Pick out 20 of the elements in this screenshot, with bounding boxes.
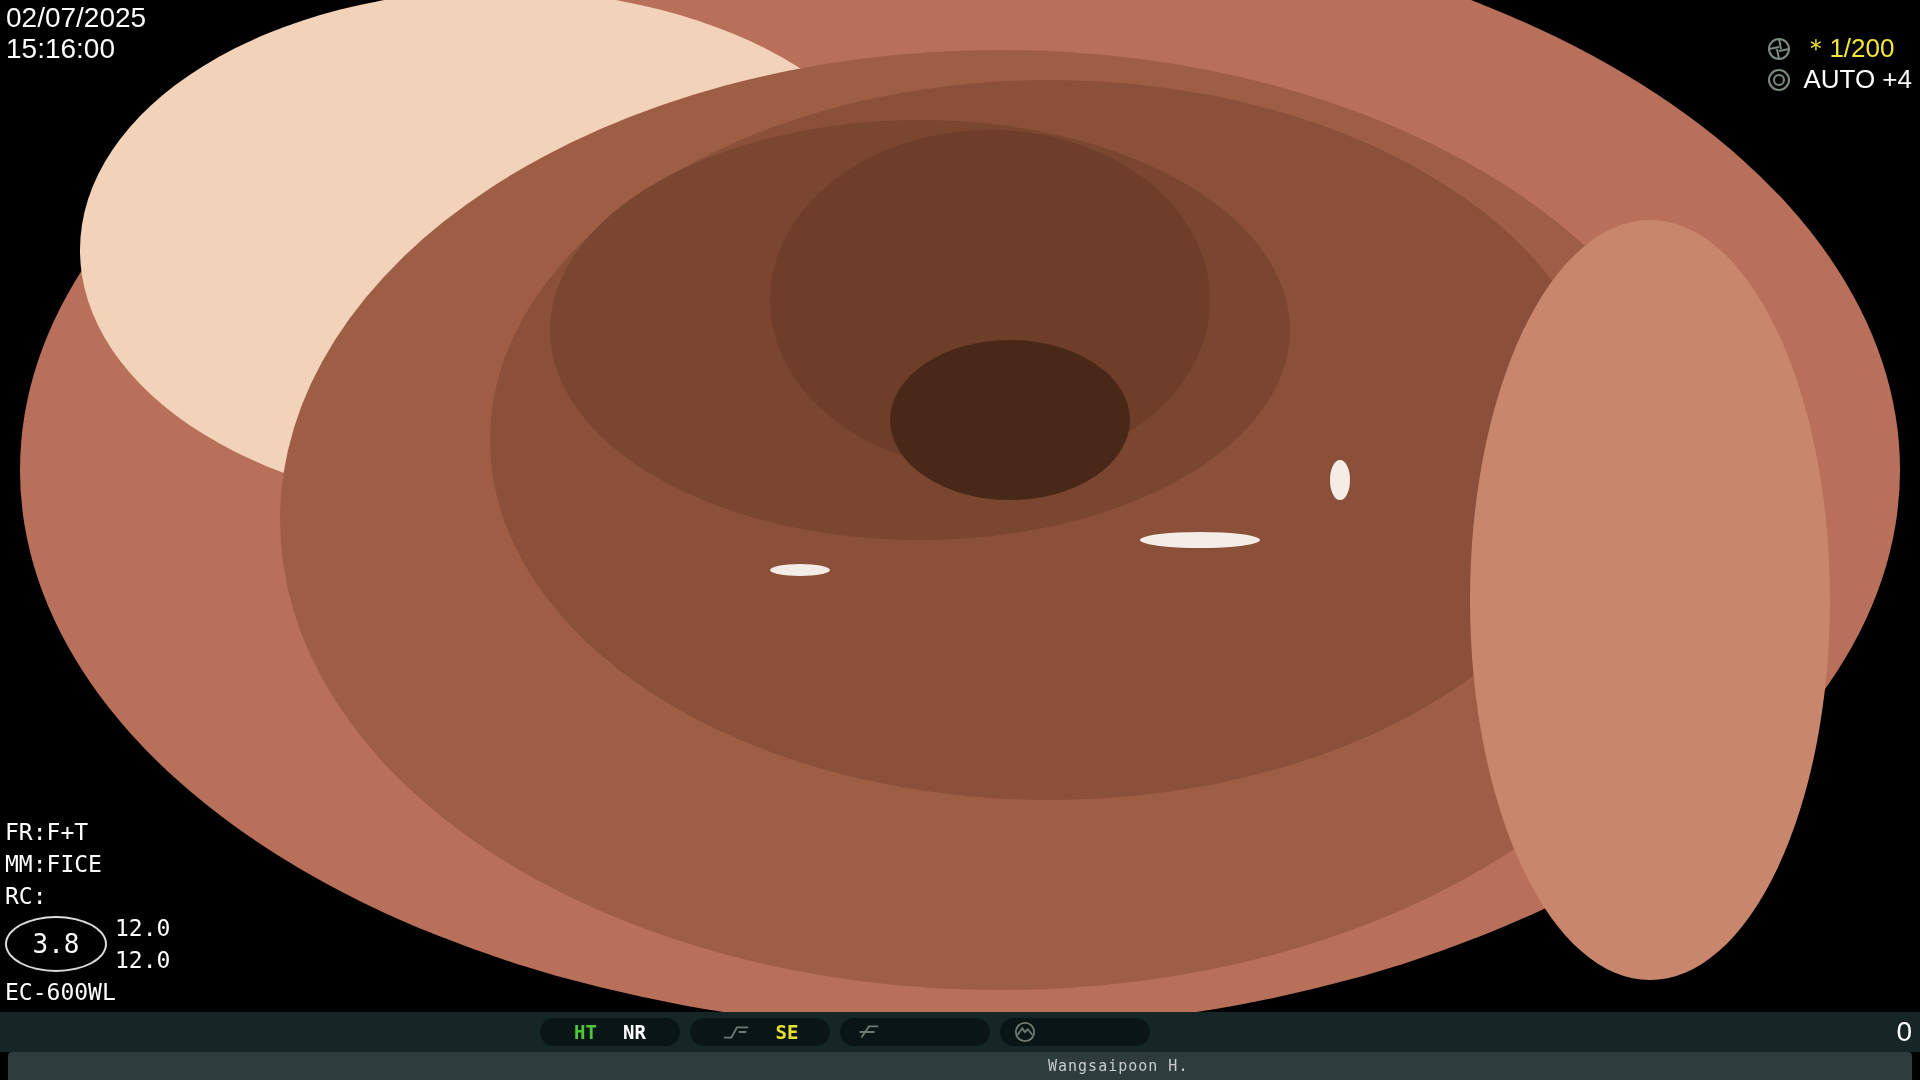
exposure-text: ＊1/200 (1803, 34, 1895, 63)
reading-text: 12.0 (115, 946, 171, 975)
aperture-icon (1767, 36, 1792, 61)
exposure-text: AUTO +4 (1803, 65, 1912, 94)
operator-name: Wangsaipoon H. (1048, 1057, 1189, 1075)
zoom-badge: 3.8 (5, 916, 107, 972)
mode-label: SE (775, 1021, 799, 1043)
curve-icon (721, 1024, 750, 1040)
time-text: 15:16:00 (6, 33, 116, 64)
reading-text: 12.0 (115, 914, 171, 943)
mode-label: HT (574, 1021, 597, 1043)
setting-text: FR:F+T (5, 818, 90, 847)
iris-icon (1767, 67, 1792, 92)
setting-text: RC: (5, 882, 48, 911)
scope-model-text: EC-600WL (5, 978, 117, 1007)
wave-icon (1014, 1021, 1036, 1043)
counter-text: 0 (1896, 1016, 1912, 1048)
mode-label: NR (623, 1021, 646, 1043)
setting-text: MM:FICE (5, 850, 103, 879)
date-text: 02/07/2025 (6, 2, 147, 33)
